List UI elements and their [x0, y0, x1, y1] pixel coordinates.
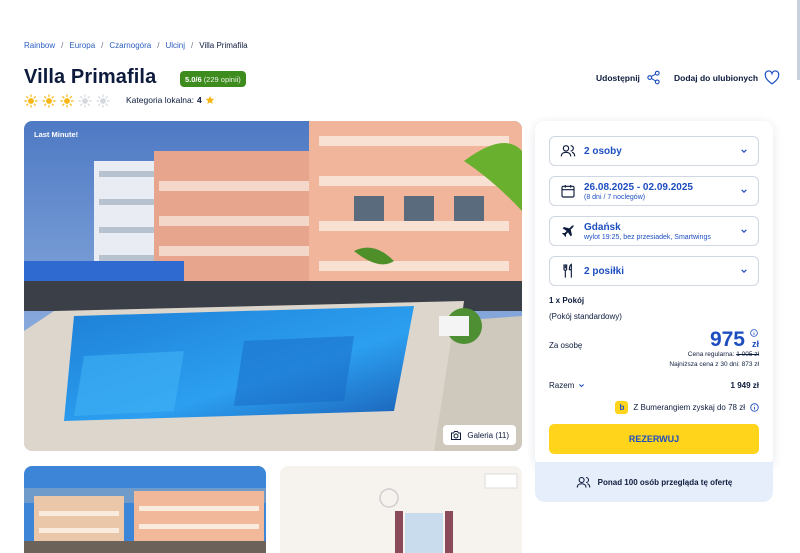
local-category-label: Kategoria lokalna: — [126, 95, 195, 105]
meals-value: 2 posiłki — [584, 265, 625, 277]
local-category-value: 4 — [197, 95, 202, 105]
breadcrumb-rainbow[interactable]: Rainbow — [24, 41, 55, 50]
total-toggle[interactable]: Razem — [549, 381, 585, 390]
dates-duration: (8 dni / 7 noclegów) — [584, 193, 646, 201]
chevron-down-icon — [741, 229, 747, 234]
hotel-main-photo[interactable]: Last Minute! Galeria (11) — [24, 121, 522, 451]
breadcrumb-separator: / — [191, 41, 194, 50]
dates-value: 26.08.2025 - 02.09.2025 — [584, 181, 693, 193]
camera-icon — [451, 430, 462, 440]
plane-icon — [562, 225, 574, 237]
booking-panel: 2 osoby 26.08.2025 - 02.09.2025 (8 dni /… — [535, 121, 773, 467]
sun-icon-empty — [78, 94, 92, 108]
regular-price: Cena regularna: 1 005 zł — [688, 351, 759, 358]
breadcrumb-czarnogora[interactable]: Czarnogóra — [109, 41, 151, 50]
bumerang-icon: b — [615, 401, 629, 414]
gallery-button-label: Galeria (11) — [467, 430, 509, 440]
dates-selector[interactable]: 26.08.2025 - 02.09.2025 (8 dni / 7 nocle… — [549, 176, 759, 206]
people-icon — [576, 476, 590, 488]
breadcrumb-separator: / — [61, 41, 64, 50]
rating-reviews-count: (229 opinii) — [203, 74, 241, 84]
sun-icon-filled — [42, 94, 56, 108]
room-count: 1 x Pokój — [549, 296, 585, 305]
people-icon — [560, 145, 576, 157]
local-category: Kategoria lokalna: 4 — [126, 95, 215, 105]
bumerang-text: Z Bumerangiem zyskaj do 78 zł — [633, 403, 745, 412]
regular-price-label: Cena regularna: — [687, 351, 735, 358]
lowest-price-30-days: Najniższa cena z 30 dni: 873 zł — [669, 361, 759, 368]
breadcrumb-separator: / — [101, 41, 104, 50]
total-price: 1 949 zł — [730, 381, 759, 390]
breadcrumb-ulcinj[interactable]: Ulcinj — [165, 41, 185, 50]
chevron-down-icon — [741, 149, 747, 154]
info-icon[interactable] — [750, 329, 758, 337]
meals-selector[interactable]: 2 posiłki — [549, 256, 759, 286]
bumerang-promo: b Z Bumerangiem zyskaj do 78 zł — [615, 401, 759, 414]
share-label: Udostępnij — [596, 72, 640, 83]
chevron-down-icon — [741, 269, 747, 274]
favorite-label: Dodaj do ulubionych — [674, 72, 759, 83]
book-button[interactable]: REZERWUJ — [549, 424, 759, 454]
breadcrumb-europa[interactable]: Europa — [69, 41, 95, 50]
total-label: Razem — [549, 381, 575, 390]
flight-details: wylot 19:25, bez przesiadek, Smartwings — [584, 233, 711, 241]
breadcrumb-separator: / — [157, 41, 160, 50]
sun-icon-filled — [24, 94, 38, 108]
rating-badge[interactable]: 5.0/6 (229 opinii) — [180, 71, 246, 87]
flight-departure-city: Gdańsk — [584, 221, 621, 233]
hotel-photo-thumbnail[interactable] — [24, 466, 266, 553]
last-minute-badge: Last Minute! — [34, 130, 79, 139]
page-title: Villa Primafila — [24, 66, 157, 88]
info-icon[interactable] — [750, 403, 759, 412]
heart-icon — [764, 70, 780, 85]
star-icon — [205, 95, 215, 104]
viewers-text: Ponad 100 osób przegląda tę ofertę — [597, 477, 733, 487]
price-currency: zł — [751, 339, 759, 349]
flight-selector[interactable]: Gdańsk wylot 19:25, bez przesiadek, Smar… — [549, 216, 759, 246]
rating-score: 5.0/6 — [185, 74, 202, 84]
room-photo-thumbnail[interactable] — [280, 466, 522, 553]
room-type: (Pokój standardowy) — [549, 312, 622, 321]
people-selector[interactable]: 2 osoby — [549, 136, 759, 166]
sun-icon-filled — [60, 94, 74, 108]
per-person-label: Za osobę — [549, 341, 583, 350]
chevron-down-icon — [741, 189, 747, 194]
breadcrumb-current: Villa Primafila — [199, 41, 248, 50]
gallery-button[interactable]: Galeria (11) — [443, 425, 516, 445]
price-per-person: 975 — [709, 328, 745, 351]
viewers-banner: Ponad 100 osób przegląda tę ofertę — [535, 462, 773, 502]
cutlery-icon — [563, 263, 572, 278]
chevron-down-icon — [579, 384, 585, 388]
people-value: 2 osoby — [584, 145, 622, 157]
share-button[interactable]: Udostępnij — [596, 70, 661, 85]
favorite-button[interactable]: Dodaj do ulubionych — [674, 70, 780, 85]
calendar-icon — [561, 185, 575, 198]
share-icon — [647, 70, 660, 85]
sun-icon-empty — [96, 94, 110, 108]
breadcrumb: Rainbow / Europa / Czarnogóra / Ulcinj /… — [24, 41, 248, 50]
regular-price-value: 1 005 zł — [736, 351, 759, 358]
sun-rating — [24, 94, 110, 108]
